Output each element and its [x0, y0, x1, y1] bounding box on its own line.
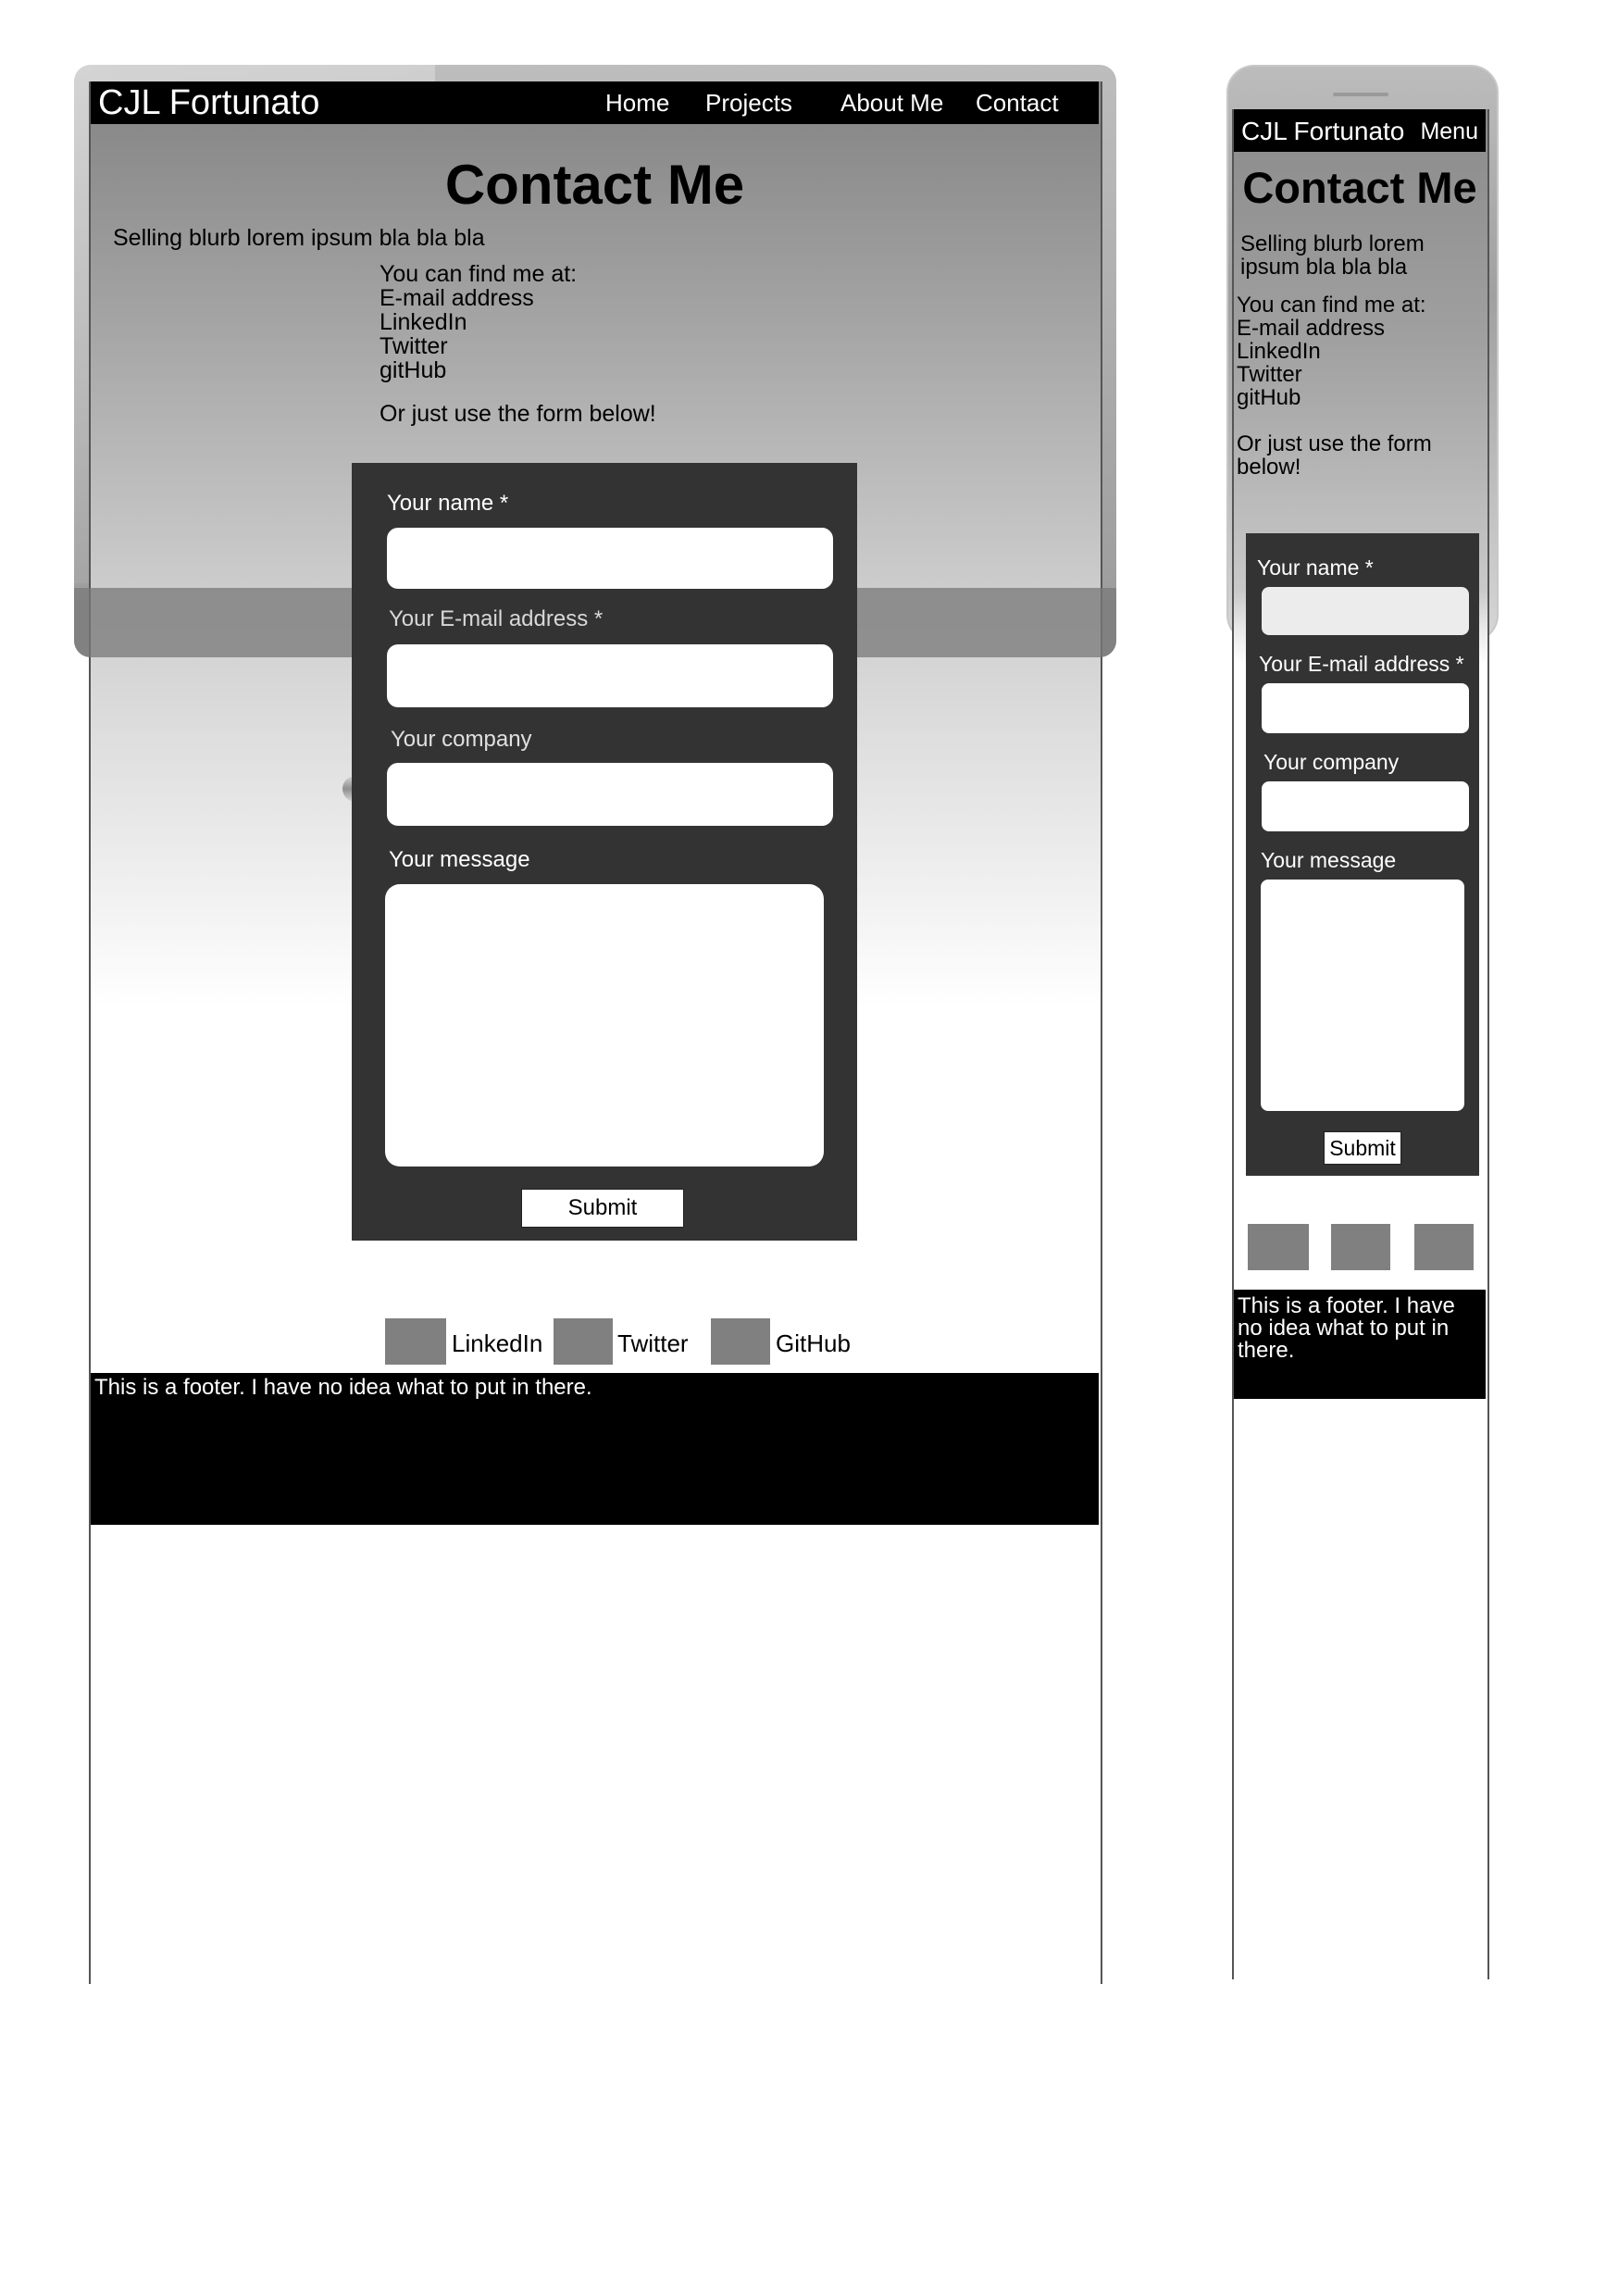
mobile-email-input[interactable]: [1262, 683, 1469, 733]
twitter-icon[interactable]: [554, 1318, 613, 1365]
company-input[interactable]: [387, 763, 833, 826]
social-github-label[interactable]: GitHub: [776, 1329, 851, 1358]
mobile-submit-button[interactable]: Submit: [1324, 1131, 1401, 1165]
mobile-brand-logo[interactable]: CJL Fortunato: [1241, 117, 1404, 146]
contact-list-heading: You can find me at:: [380, 261, 578, 287]
mobile-contact-twitter[interactable]: Twitter: [1237, 363, 1426, 386]
mobile-company-label: Your company: [1263, 750, 1400, 774]
mobile-name-input[interactable]: [1262, 587, 1469, 635]
mobile-message-label: Your message: [1261, 848, 1397, 872]
mobile-company-input[interactable]: [1262, 781, 1469, 831]
name-label: Your name *: [387, 491, 509, 516]
contact-twitter[interactable]: Twitter: [380, 334, 577, 358]
nav-home[interactable]: Home: [605, 89, 669, 118]
desktop-page-title: Contact Me: [444, 154, 745, 216]
social-twitter-label[interactable]: Twitter: [617, 1329, 689, 1358]
mobile-contact-email[interactable]: E-mail address: [1237, 317, 1426, 340]
mobile-message-textarea[interactable]: [1261, 880, 1464, 1111]
company-label: Your company: [391, 727, 532, 752]
desktop-contact-form: Your name * Your E-mail address * Your c…: [352, 463, 857, 1241]
email-label: Your E-mail address *: [389, 606, 604, 631]
nav-contact[interactable]: Contact: [976, 89, 1059, 118]
desktop-contact-list: You can find me at: E-mail address Linke…: [380, 262, 577, 382]
nav-projects[interactable]: Projects: [705, 89, 792, 118]
desktop-navbar: CJL Fortunato Home Projects About Me Con…: [91, 81, 1099, 124]
phone-speaker: [1333, 93, 1388, 96]
contact-github[interactable]: gitHub: [380, 358, 577, 382]
mobile-contact-form: Your name * Your E-mail address * Your c…: [1246, 533, 1479, 1176]
mobile-selling-blurb: Selling blurb lorem ipsum bla bla bla: [1240, 231, 1425, 280]
mobile-name-label: Your name *: [1257, 555, 1374, 580]
message-label: Your message: [389, 847, 530, 872]
mobile-contact-list-heading: You can find me at:: [1237, 293, 1426, 318]
mobile-email-label: Your E-mail address *: [1259, 652, 1464, 676]
contact-email[interactable]: E-mail address: [380, 286, 577, 310]
contact-linkedin[interactable]: LinkedIn: [380, 310, 577, 334]
linkedin-icon[interactable]: [385, 1318, 446, 1365]
email-input[interactable]: [387, 644, 833, 707]
desktop-brand-logo[interactable]: CJL Fortunato: [98, 83, 319, 123]
name-input[interactable]: [387, 528, 833, 589]
mobile-footer-text: This is a footer. I have no idea what to…: [1238, 1293, 1455, 1363]
github-icon[interactable]: [711, 1318, 770, 1365]
mobile-page-title: Contact Me: [1242, 163, 1477, 212]
mobile-linkedin-icon[interactable]: [1248, 1224, 1309, 1270]
mobile-footer: This is a footer. I have no idea what to…: [1234, 1290, 1486, 1399]
social-linkedin-label[interactable]: LinkedIn: [452, 1329, 542, 1358]
message-textarea[interactable]: [385, 884, 824, 1167]
mobile-navbar: CJL Fortunato Menu: [1234, 109, 1486, 152]
mobile-contact-github[interactable]: gitHub: [1237, 386, 1426, 409]
mobile-twitter-icon[interactable]: [1331, 1224, 1390, 1270]
mobile-contact-linkedin[interactable]: LinkedIn: [1237, 340, 1426, 363]
desktop-form-note: Or just use the form below!: [380, 401, 656, 427]
mobile-contact-list: You can find me at: E-mail address Linke…: [1237, 293, 1426, 409]
desktop-footer-text: This is a footer. I have no idea what to…: [94, 1375, 592, 1400]
mobile-menu-button[interactable]: Menu: [1420, 119, 1478, 145]
submit-button[interactable]: Submit: [521, 1189, 684, 1228]
desktop-footer: This is a footer. I have no idea what to…: [91, 1373, 1099, 1525]
desktop-selling-blurb: Selling blurb lorem ipsum bla bla bla: [113, 225, 485, 251]
mobile-github-icon[interactable]: [1414, 1224, 1474, 1270]
nav-about-me[interactable]: About Me: [840, 89, 943, 118]
mobile-form-note: Or just use the form below!: [1237, 431, 1432, 480]
